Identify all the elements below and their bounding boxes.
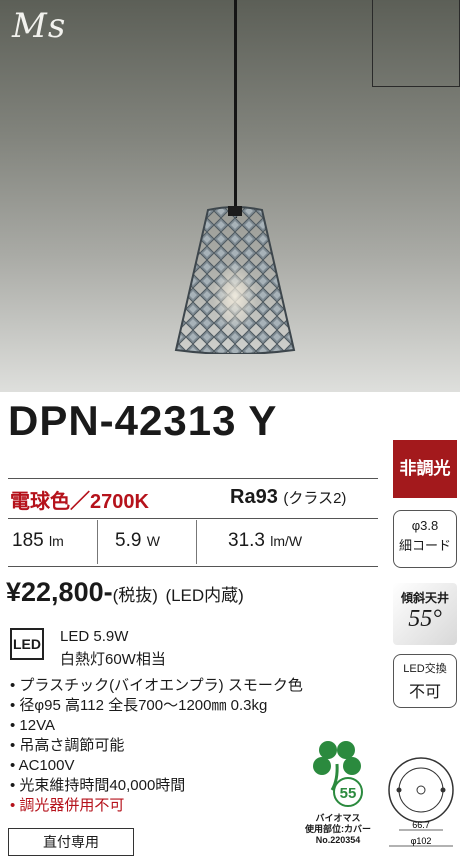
list-item: • 光束維持時間40,000時間: [10, 777, 186, 794]
led-equivalent: 白熱灯60W相当: [60, 651, 166, 668]
led-exchange-badge: LED交換 不可: [393, 654, 457, 708]
ra-value: Ra93: [230, 486, 278, 508]
biomass-clover-icon: 55: [313, 741, 363, 807]
price: ¥22,800-(税抜) (LED内蔵): [6, 577, 244, 608]
dim-inner: 66.7: [412, 820, 430, 830]
list-item-warning: • 調光器併用不可: [10, 797, 125, 814]
non-dimmable-badge: 非調光: [393, 440, 457, 498]
led-power: LED 5.9W: [60, 628, 129, 645]
divider: [97, 520, 98, 564]
spec-efficiency-value: 31.3: [228, 530, 265, 551]
divider: [8, 566, 378, 567]
cord-badge: φ3.8 細コード: [393, 510, 457, 568]
spec-watt: 5.9 W: [115, 530, 160, 552]
pendant-cord: [234, 0, 237, 218]
model-number: DPN-42313 Y: [8, 397, 278, 444]
cord-diameter: φ3.8: [411, 518, 439, 533]
biomass-label: バイオマス: [315, 813, 361, 823]
biomass-number: No.220354: [315, 835, 361, 845]
color-temperature: 電球色／2700K: [10, 491, 149, 513]
slope-value: 55°: [408, 606, 442, 632]
led-exchange-label: LED交換: [403, 663, 447, 675]
direct-mount-label: 直付専用: [8, 828, 134, 856]
spec-efficiency-unit: lm/W: [270, 533, 303, 549]
led-exchange-value: 不可: [408, 684, 441, 701]
spec-lumen-value: 185: [12, 530, 44, 551]
spec-lumen-unit: lm: [48, 533, 64, 549]
dim-outer: φ102: [411, 836, 432, 846]
ra-class: (クラス2): [283, 490, 347, 507]
list-item: • 径φ95 高112 全長700〜1200㎜ 0.3kg: [10, 697, 268, 714]
spec-lumen: 185 lm: [12, 530, 64, 552]
price-amount: ¥22,800-: [6, 577, 113, 607]
spec-watt-value: 5.9: [115, 530, 142, 551]
divider: [8, 478, 378, 479]
spec-watt-unit: W: [146, 533, 160, 549]
divider: [8, 518, 378, 519]
list-item: • AC100V: [10, 757, 75, 774]
spec-efficiency: 31.3 lm/W: [228, 530, 302, 552]
price-note: (LED内蔵): [165, 586, 244, 605]
biomass-percent: 55: [340, 785, 357, 802]
list-item: • プラスチック(バイオエンプラ) スモーク色: [10, 677, 303, 694]
led-badge: LED: [10, 628, 44, 660]
list-item: • 12VA: [10, 717, 55, 734]
cord-type: 細コード: [398, 538, 451, 553]
feature-list: • プラスチック(バイオエンプラ) スモーク色 • 径φ95 高112 全長70…: [10, 676, 303, 816]
slope-label: 傾斜天井: [400, 591, 449, 605]
divider: [196, 520, 197, 564]
pendant-shade-icon: [174, 206, 296, 354]
list-item: • 吊高さ調節可能: [10, 737, 125, 754]
brand-logo: Ms: [12, 6, 67, 46]
color-rendering: Ra93 (クラス2): [230, 486, 346, 509]
biomass-mark: 55 バイオマス 使用部位:カバー No.220354: [300, 738, 376, 856]
price-tax: (税抜): [112, 586, 158, 605]
sloped-ceiling-badge: 傾斜天井 55°: [393, 583, 457, 645]
mounting-inset: [372, 0, 460, 87]
base-dimension-diagram: 66.7 φ102: [388, 757, 454, 847]
product-photo: Ms: [0, 0, 460, 392]
biomass-part: 使用部位:カバー: [305, 824, 371, 834]
